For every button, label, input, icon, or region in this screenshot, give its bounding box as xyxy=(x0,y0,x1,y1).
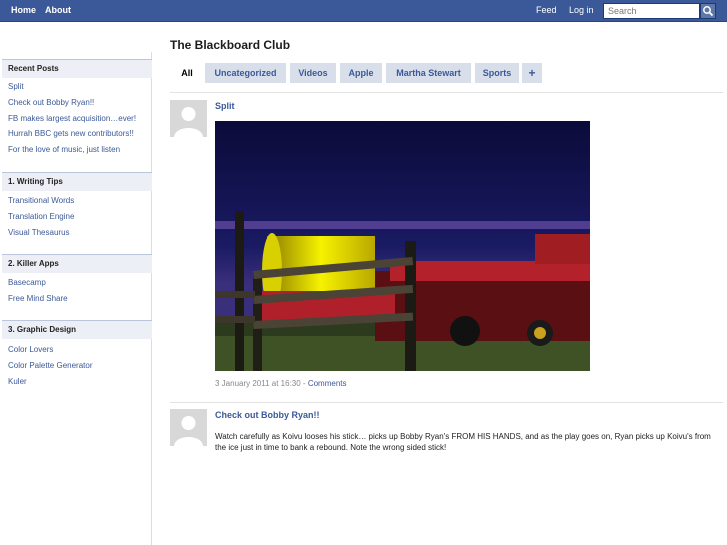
post-photo[interactable] xyxy=(215,121,590,371)
graphic-design-link[interactable]: Color Palette Generator xyxy=(8,361,93,370)
post-author-avatar[interactable] xyxy=(170,100,207,137)
graphic-design-link[interactable]: Color Lovers xyxy=(8,345,53,354)
nav-about-link[interactable]: About xyxy=(45,5,71,15)
post-meta: 3 January 2011 at 16:30 - Comments xyxy=(215,379,347,388)
search-icon xyxy=(703,6,714,17)
sidebar-heading-graphic-design: 3. Graphic Design xyxy=(2,320,152,339)
search-button[interactable] xyxy=(700,3,716,19)
tab-videos[interactable]: Videos xyxy=(290,63,336,83)
killer-apps-link[interactable]: Basecamp xyxy=(8,278,46,287)
feed-link[interactable]: Feed xyxy=(536,5,557,15)
graphic-design-link[interactable]: Kuler xyxy=(8,377,27,386)
sidebar-heading-killer-apps: 2. Killer Apps xyxy=(2,254,152,273)
search-input[interactable] xyxy=(603,3,700,19)
login-link[interactable]: Log in xyxy=(569,5,594,15)
writing-tips-link[interactable]: Transitional Words xyxy=(8,196,74,205)
recent-post-link[interactable]: Hurrah BBC gets new contributors!! xyxy=(8,129,134,138)
writing-tips-link[interactable]: Translation Engine xyxy=(8,212,74,221)
comments-link[interactable]: Comments xyxy=(308,379,347,388)
site-title: The Blackboard Club xyxy=(170,38,291,52)
recent-post-link[interactable]: FB makes largest acquisition…ever! xyxy=(8,114,136,123)
recent-post-link[interactable]: Check out Bobby Ryan!! xyxy=(8,98,94,107)
killer-apps-link[interactable]: Free Mind Share xyxy=(8,294,68,303)
post-title-link[interactable]: Check out Bobby Ryan!! xyxy=(215,410,320,420)
post-divider xyxy=(170,402,723,403)
post-title-link[interactable]: Split xyxy=(215,101,235,111)
tabs-divider xyxy=(170,92,723,93)
recent-post-link[interactable]: Split xyxy=(8,82,24,91)
nav-home-link[interactable]: Home xyxy=(11,5,36,15)
post-body: Watch carefully as Koivu looses his stic… xyxy=(215,432,711,452)
default-avatar-icon xyxy=(170,409,207,446)
default-avatar-icon xyxy=(170,100,207,137)
tab-all[interactable]: All xyxy=(173,63,201,83)
top-navigation-bar: Home About Feed Log in xyxy=(0,0,727,22)
recent-post-link[interactable]: For the love of music, just listen xyxy=(8,145,120,154)
post-date: 3 January 2011 at 16:30 - xyxy=(215,379,308,388)
tab-uncategorized[interactable]: Uncategorized xyxy=(205,63,286,83)
add-tab-button[interactable]: + xyxy=(522,63,542,83)
post-author-avatar[interactable] xyxy=(170,409,207,446)
tab-martha-stewart[interactable]: Martha Stewart xyxy=(386,63,471,83)
writing-tips-link[interactable]: Visual Thesaurus xyxy=(8,228,70,237)
sidebar-heading-recent-posts: Recent Posts xyxy=(2,59,152,78)
tab-apple[interactable]: Apple xyxy=(340,63,382,83)
tab-sports[interactable]: Sports xyxy=(475,63,519,83)
sidebar-heading-writing-tips: 1. Writing Tips xyxy=(2,172,152,191)
sidebar: Recent Posts Split Check out Bobby Ryan!… xyxy=(0,52,152,545)
